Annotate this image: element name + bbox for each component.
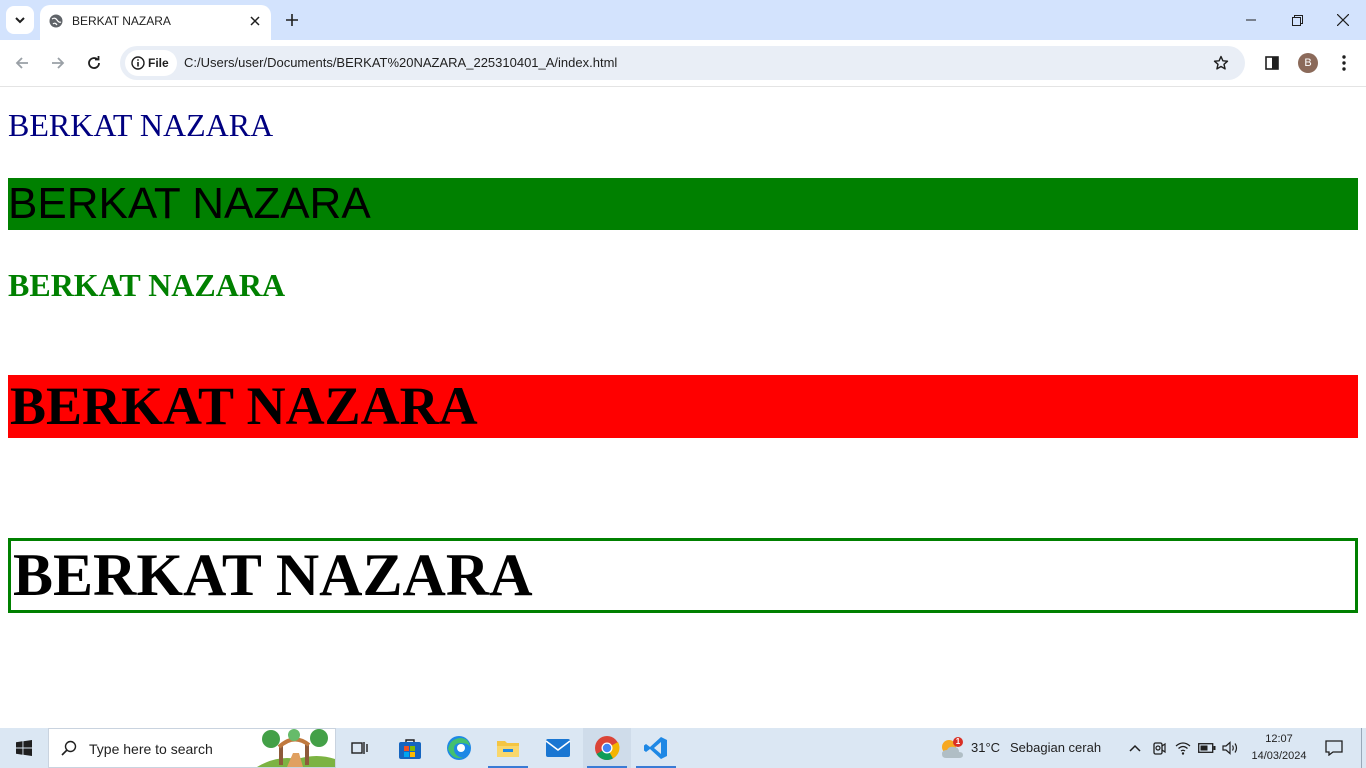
network-button[interactable] xyxy=(1174,738,1192,758)
windows-icon xyxy=(16,740,32,756)
mail-icon xyxy=(545,739,571,757)
store-icon xyxy=(399,739,421,759)
restore-icon xyxy=(1291,14,1303,26)
profile-avatar[interactable]: B xyxy=(1298,53,1318,73)
close-icon xyxy=(1337,14,1349,26)
close-icon xyxy=(250,16,260,26)
volume-button[interactable] xyxy=(1222,738,1240,758)
speaker-icon xyxy=(1222,741,1238,755)
browser-menu-button[interactable] xyxy=(1334,52,1354,74)
site-info-chip[interactable]: File xyxy=(125,50,177,76)
browser-toolbar: File C:/Users/user/Documents/BERKAT%20NA… xyxy=(0,40,1366,87)
edge-button[interactable] xyxy=(435,728,483,768)
arrow-right-icon xyxy=(52,57,65,69)
url-text[interactable]: C:/Users/user/Documents/BERKAT%20NAZARA_… xyxy=(184,55,617,70)
info-icon xyxy=(131,56,145,70)
restore-button[interactable] xyxy=(1274,0,1320,40)
mail-button[interactable] xyxy=(534,728,582,768)
weather-temperature[interactable]: 31°C xyxy=(971,740,1000,755)
battery-icon xyxy=(1198,743,1216,753)
forward-button[interactable] xyxy=(44,49,72,77)
heading-red-background: BERKAT NAZARA xyxy=(8,375,1358,438)
tab-search-button[interactable] xyxy=(6,6,34,34)
back-button[interactable] xyxy=(8,49,36,77)
heading-green-text: BERKAT NAZARA xyxy=(8,267,286,303)
tab-strip: BERKAT NAZARA xyxy=(0,0,1366,40)
address-bar[interactable]: File C:/Users/user/Documents/BERKAT%20NA… xyxy=(120,46,1245,80)
store-button[interactable] xyxy=(386,728,434,768)
search-icon xyxy=(61,740,77,756)
taskbar-search[interactable]: Type here to search xyxy=(48,728,336,768)
heading-green-border: BERKAT NAZARA xyxy=(8,538,1358,613)
browser-tab[interactable]: BERKAT NAZARA xyxy=(40,5,271,40)
reload-button[interactable] xyxy=(80,49,108,77)
side-panel-button[interactable] xyxy=(1261,52,1283,74)
search-highlight-illustration-icon xyxy=(257,729,335,767)
chevron-up-icon xyxy=(1129,744,1141,752)
file-explorer-icon xyxy=(497,741,519,757)
edge-icon xyxy=(447,736,471,760)
notification-icon xyxy=(1325,740,1343,756)
weather-description[interactable]: Sebagian cerah xyxy=(1010,740,1101,755)
taskbar: Type here to search 1 31°C Sebagian cera… xyxy=(0,728,1366,768)
globe-icon xyxy=(49,14,63,28)
vscode-icon xyxy=(644,737,667,759)
task-view-button[interactable] xyxy=(336,728,384,768)
heading-green-background: BERKAT NAZARA xyxy=(8,178,1358,230)
star-icon xyxy=(1213,55,1229,70)
clock[interactable]: 12:07 14/03/2024 xyxy=(1244,731,1314,765)
notifications-button[interactable] xyxy=(1324,738,1344,758)
weather-badge: 1 xyxy=(955,737,961,746)
task-view-icon xyxy=(351,742,368,754)
vscode-button[interactable] xyxy=(632,728,680,768)
page-content: BERKAT NAZARA BERKAT NAZARA BERKAT NAZAR… xyxy=(0,87,1366,728)
file-explorer-button[interactable] xyxy=(484,728,532,768)
plus-icon xyxy=(286,14,298,26)
start-button[interactable] xyxy=(0,728,48,768)
meet-now-button[interactable] xyxy=(1150,738,1168,758)
search-placeholder: Type here to search xyxy=(89,741,213,757)
chrome-button[interactable] xyxy=(583,728,631,768)
camera-icon xyxy=(1153,742,1166,755)
wifi-icon xyxy=(1175,742,1191,755)
chevron-down-icon xyxy=(15,17,25,24)
clock-time: 12:07 xyxy=(1265,733,1293,745)
new-tab-button[interactable] xyxy=(280,8,304,32)
chrome-icon xyxy=(595,736,620,761)
close-tab-button[interactable] xyxy=(246,12,264,30)
arrow-left-icon xyxy=(15,57,28,69)
tab-title: BERKAT NAZARA xyxy=(72,14,171,28)
side-panel-icon xyxy=(1265,56,1279,70)
show-hidden-icons-button[interactable] xyxy=(1126,738,1144,758)
weather-sun-cloud-icon[interactable] xyxy=(940,736,966,760)
heading-navy: BERKAT NAZARA xyxy=(8,107,274,143)
clock-date: 14/03/2024 xyxy=(1251,750,1307,762)
chip-label: File xyxy=(148,56,169,70)
show-desktop-button[interactable] xyxy=(1361,728,1362,768)
more-vert-icon xyxy=(1342,55,1346,71)
close-window-button[interactable] xyxy=(1320,0,1366,40)
minimize-icon xyxy=(1246,19,1256,21)
bookmark-button[interactable] xyxy=(1210,52,1232,74)
minimize-button[interactable] xyxy=(1228,0,1274,40)
reload-icon xyxy=(88,56,100,69)
battery-button[interactable] xyxy=(1198,738,1216,758)
